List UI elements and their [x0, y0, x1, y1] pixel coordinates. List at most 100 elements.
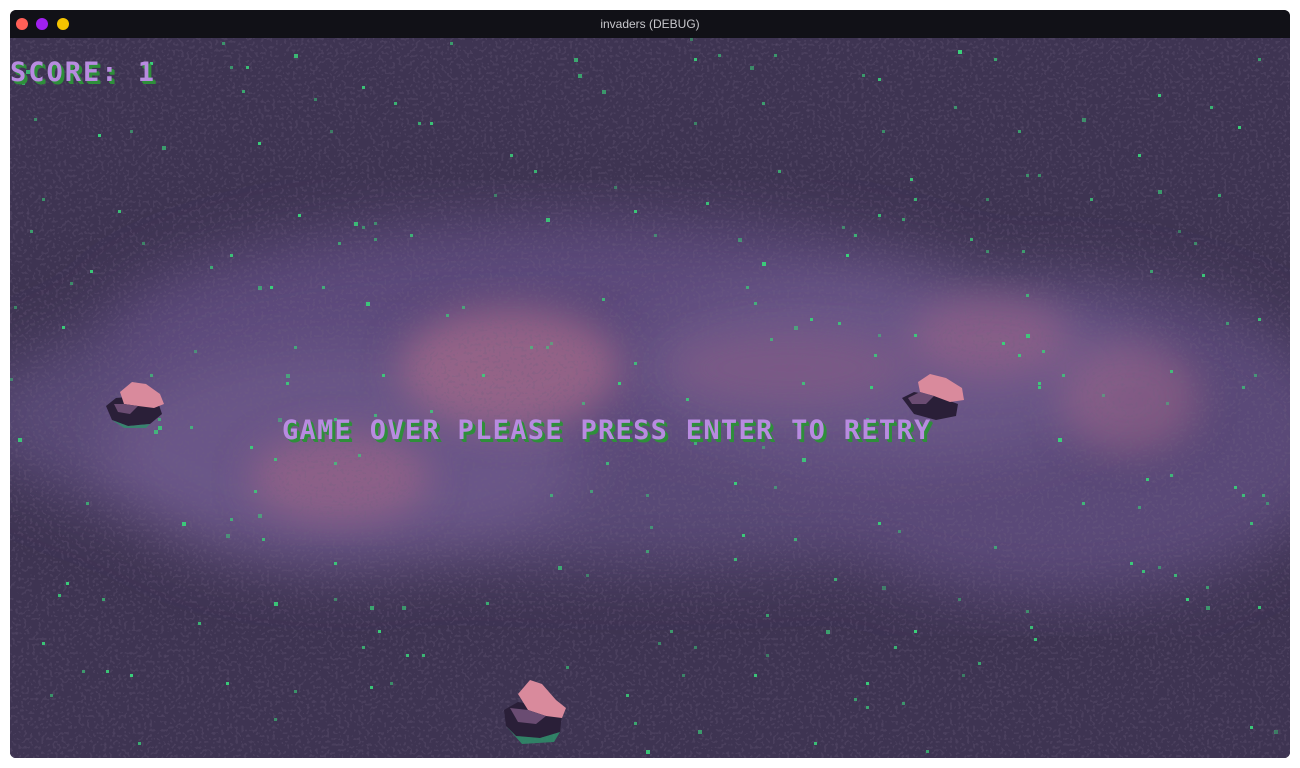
star [86, 502, 89, 505]
star [1138, 506, 1141, 509]
star [978, 662, 981, 665]
star [374, 238, 377, 241]
star [226, 534, 230, 538]
star [926, 750, 929, 753]
star [1130, 562, 1133, 565]
star [718, 54, 721, 57]
star [618, 382, 621, 385]
star [646, 494, 649, 497]
star [882, 586, 886, 590]
star [370, 606, 374, 610]
star [878, 334, 881, 337]
star [274, 458, 277, 461]
star [1038, 382, 1041, 385]
star [62, 326, 65, 329]
star [314, 98, 317, 101]
star [1158, 94, 1161, 97]
star [1238, 126, 1241, 129]
star [606, 462, 609, 465]
star [634, 722, 637, 725]
star [762, 446, 765, 449]
star [210, 266, 213, 269]
star [258, 142, 261, 145]
star [1062, 374, 1065, 377]
game-window: invaders (DEBUG) SCORE: 1 GAME OVER PLEA… [10, 10, 1290, 758]
star [1242, 386, 1245, 389]
star [1234, 486, 1237, 489]
star [862, 74, 865, 77]
star [334, 598, 337, 601]
star [1030, 626, 1033, 629]
pixel-noise [10, 38, 1290, 758]
star [902, 702, 905, 705]
star [1206, 606, 1210, 610]
star [226, 682, 229, 685]
star [394, 102, 397, 105]
title-bar[interactable]: invaders (DEBUG) [10, 10, 1290, 38]
star [1194, 242, 1197, 245]
star [66, 582, 69, 585]
game-over-message: GAME OVER PLEASE PRESS ENTER TO RETRY [282, 415, 932, 446]
star [1202, 274, 1205, 277]
star [602, 90, 606, 94]
star [1178, 230, 1181, 233]
star [1026, 334, 1030, 338]
star [378, 630, 381, 633]
star [1150, 270, 1153, 273]
star [834, 578, 837, 581]
star [322, 286, 325, 289]
star [1218, 194, 1221, 197]
star [878, 214, 881, 217]
star [258, 286, 262, 290]
star [190, 426, 193, 429]
star [778, 170, 781, 173]
star [106, 670, 109, 673]
star [142, 242, 145, 245]
star [654, 234, 657, 237]
star [102, 598, 105, 601]
star [1142, 570, 1145, 573]
star [794, 326, 798, 330]
star [970, 238, 973, 241]
star [766, 614, 769, 617]
star [494, 194, 497, 197]
star [270, 286, 273, 289]
star [1038, 386, 1041, 389]
star [854, 234, 857, 237]
star [486, 602, 489, 605]
star [362, 86, 365, 89]
star [294, 690, 297, 693]
star [182, 522, 186, 526]
star [986, 198, 989, 201]
space-background [10, 38, 1290, 758]
star [1082, 502, 1085, 505]
star [118, 210, 121, 213]
star [802, 458, 806, 462]
star [1018, 130, 1021, 133]
star [766, 654, 769, 657]
star [1262, 494, 1265, 497]
window-title: invaders (DEBUG) [600, 17, 700, 31]
star [614, 186, 617, 189]
star [706, 202, 709, 205]
star [1042, 350, 1045, 353]
star [874, 354, 877, 357]
star [734, 558, 737, 561]
star [1158, 190, 1162, 194]
star [646, 550, 649, 553]
star [42, 642, 45, 645]
star [694, 58, 697, 61]
star [254, 490, 257, 493]
star [994, 546, 997, 549]
star [682, 674, 685, 677]
star [246, 66, 249, 69]
star [58, 594, 61, 597]
star [698, 730, 702, 734]
star [410, 234, 413, 237]
game-canvas[interactable]: SCORE: 1 GAME OVER PLEASE PRESS ENTER TO… [10, 38, 1290, 758]
star [1102, 394, 1105, 397]
star [334, 462, 337, 465]
star [986, 250, 989, 253]
star [1210, 106, 1213, 109]
star [1026, 294, 1029, 297]
